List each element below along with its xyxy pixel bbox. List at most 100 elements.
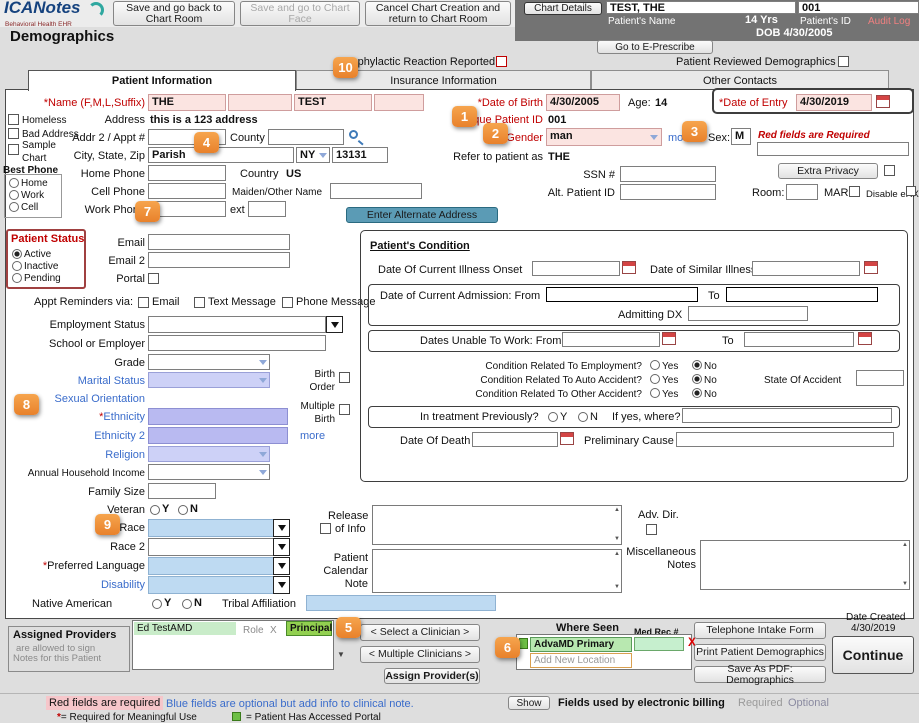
select-clinician-button[interactable]: < Select a Clinician > — [360, 624, 480, 641]
state-dropdown-icon[interactable] — [319, 153, 327, 158]
status-pending-radio[interactable] — [12, 273, 22, 283]
veteran-yes-radio[interactable] — [150, 505, 160, 515]
best-phone-cell-radio[interactable] — [9, 202, 19, 212]
mar-checkbox[interactable] — [849, 186, 860, 197]
ext-field[interactable] — [248, 201, 286, 217]
other-no-radio[interactable] — [692, 388, 702, 398]
religion-field[interactable] — [148, 446, 270, 462]
provider-row[interactable]: Ed TestAMD — [134, 622, 236, 635]
race-field[interactable] — [148, 519, 290, 537]
release-of-info-textarea[interactable]: ▲▼ — [372, 505, 622, 545]
date-of-death-calendar-icon[interactable] — [560, 432, 574, 445]
treatment-y-radio[interactable] — [548, 412, 558, 422]
home-phone-field[interactable] — [148, 165, 226, 181]
preferred-language-field[interactable] — [148, 557, 290, 575]
assign-providers-button[interactable]: Assign Provider(s) — [384, 668, 480, 684]
multiple-birth-checkbox[interactable] — [339, 404, 350, 415]
scroll-up-icon[interactable]: ▲ — [614, 551, 620, 558]
add-new-location-row[interactable]: Add New Location — [530, 653, 632, 668]
state-of-accident-field[interactable] — [856, 370, 904, 386]
race2-field[interactable] — [148, 538, 290, 556]
disable-erx-checkbox[interactable] — [906, 186, 916, 196]
alt-patient-id-field[interactable] — [620, 184, 716, 200]
email2-field[interactable] — [148, 252, 290, 268]
cell-phone-field[interactable] — [148, 183, 226, 199]
similar-illness-field[interactable] — [752, 261, 860, 276]
last-name-field[interactable]: TEST — [294, 94, 372, 111]
anaphylactic-checkbox[interactable] — [496, 56, 507, 67]
save-back-chart-room-button[interactable]: Save and go back to Chart Room — [113, 1, 235, 26]
release-of-info-checkbox[interactable] — [320, 523, 331, 534]
multiple-clinicians-button[interactable]: < Multiple Clinicians > — [360, 646, 480, 663]
unable-from-field[interactable] — [562, 332, 660, 347]
auto-no-radio[interactable] — [692, 374, 702, 384]
employment-dropdown-icon[interactable] — [326, 316, 343, 333]
provider-remove-label[interactable]: X — [270, 624, 277, 637]
gender-field[interactable]: man — [546, 128, 662, 146]
auto-yes-radio[interactable] — [650, 374, 660, 384]
disability-field[interactable] — [148, 576, 290, 594]
extra-privacy-button[interactable]: Extra Privacy — [778, 163, 878, 179]
grade-dropdown-icon[interactable] — [259, 360, 267, 365]
grade-field[interactable] — [148, 354, 270, 370]
suffix-field[interactable] — [374, 94, 424, 111]
patient-calendar-note-textarea[interactable]: ▲▼ — [372, 549, 622, 593]
room-field[interactable] — [786, 184, 818, 200]
miscellaneous-notes-textarea[interactable]: ▲▼ — [700, 540, 910, 590]
illness-onset-field[interactable] — [532, 261, 620, 276]
reviewed-demographics-checkbox[interactable] — [838, 56, 849, 67]
school-employer-field[interactable] — [148, 335, 326, 351]
admission-from-field[interactable] — [546, 287, 698, 302]
employment-no-radio[interactable] — [692, 360, 702, 370]
native-yes-radio[interactable] — [152, 599, 162, 609]
print-demographics-button[interactable]: Print Patient Demographics — [694, 644, 826, 661]
county-field[interactable] — [268, 129, 344, 145]
date-of-birth-field[interactable]: 4/30/2005 — [546, 94, 620, 111]
save-pdf-button[interactable]: Save As PDF: Demographics — [694, 666, 826, 683]
reminder-phone-checkbox[interactable] — [282, 297, 293, 308]
veteran-no-radio[interactable] — [178, 505, 188, 515]
audit-log-link[interactable]: Audit Log — [868, 15, 910, 28]
continue-button[interactable]: Continue — [832, 636, 914, 674]
enter-alternate-address-button[interactable]: Enter Alternate Address — [346, 207, 498, 223]
race-dropdown-icon[interactable] — [273, 519, 290, 537]
zip-field[interactable]: 13131 — [332, 147, 388, 163]
birth-order-checkbox[interactable] — [339, 372, 350, 383]
admission-to-field[interactable] — [726, 287, 878, 302]
cancel-chart-creation-button[interactable]: Cancel Chart Creation and return to Char… — [365, 1, 511, 26]
if-yes-where-field[interactable] — [682, 408, 892, 423]
religion-dropdown-icon[interactable] — [259, 452, 267, 457]
ethnicity-more-link[interactable]: more — [300, 430, 325, 443]
scroll-up-icon[interactable]: ▲ — [614, 507, 620, 514]
unique-patient-id-value[interactable]: 001 — [548, 114, 566, 127]
family-size-field[interactable] — [148, 483, 216, 499]
status-active-radio[interactable] — [12, 249, 22, 259]
ethnicity-field[interactable] — [148, 408, 288, 425]
sample-chart-checkbox[interactable] — [8, 144, 19, 155]
address-value[interactable]: this is a 123 address — [150, 114, 258, 127]
first-name-field[interactable]: THE — [148, 94, 226, 111]
best-phone-work-radio[interactable] — [9, 190, 19, 200]
county-search-icon[interactable] — [349, 130, 358, 139]
scroll-up-icon[interactable]: ▲ — [902, 542, 908, 549]
eprescribe-button[interactable]: Go to E-Prescribe — [597, 40, 713, 54]
extra-privacy-checkbox[interactable] — [884, 165, 895, 176]
preliminary-cause-field[interactable] — [676, 432, 894, 447]
date-of-death-field[interactable] — [472, 432, 558, 447]
date-of-entry-field[interactable]: 4/30/2019 — [796, 94, 872, 111]
unable-to-field[interactable] — [744, 332, 854, 347]
native-no-radio[interactable] — [182, 599, 192, 609]
homeless-checkbox[interactable] — [8, 114, 19, 125]
scroll-down-icon[interactable]: ▼ — [902, 581, 908, 588]
chart-details-button[interactable]: Chart Details — [524, 2, 602, 15]
disability-dropdown-icon[interactable] — [273, 576, 290, 594]
unable-from-calendar-icon[interactable] — [662, 332, 676, 345]
unable-to-calendar-icon[interactable] — [858, 332, 872, 345]
status-inactive-radio[interactable] — [12, 261, 22, 271]
race2-dropdown-icon[interactable] — [273, 538, 290, 556]
gender-dropdown-icon[interactable] — [650, 135, 658, 140]
scroll-down-icon[interactable]: ▼ — [614, 536, 620, 543]
language-dropdown-icon[interactable] — [273, 557, 290, 575]
treatment-n-radio[interactable] — [578, 412, 588, 422]
ethnicity2-field[interactable] — [148, 427, 288, 444]
